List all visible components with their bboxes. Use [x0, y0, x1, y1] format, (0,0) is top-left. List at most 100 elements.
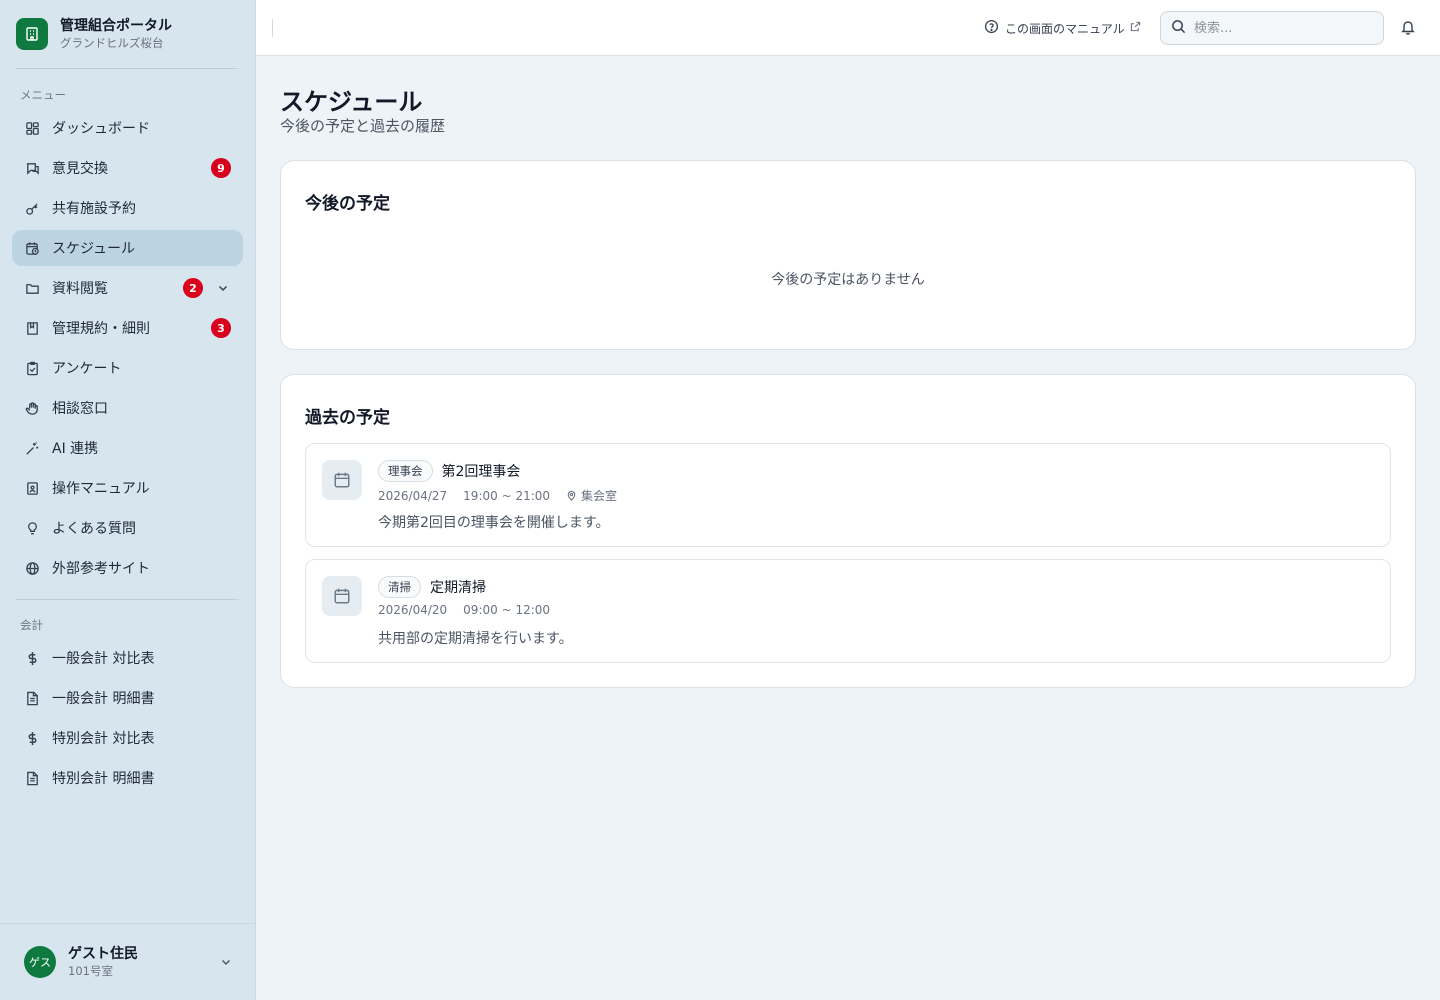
screen-manual-label: この画面のマニュアル	[1005, 21, 1125, 36]
screen-manual-link[interactable]: この画面のマニュアル	[984, 19, 1141, 37]
event-location-label: 集会室	[581, 489, 618, 503]
building-icon	[16, 18, 48, 50]
dollar-icon	[24, 730, 40, 746]
event-category-tag: 理事会	[378, 460, 433, 482]
sidebar-item-documents[interactable]: 資料閲覧 2	[12, 270, 243, 306]
lightbulb-icon	[24, 520, 40, 536]
sparkle-icon	[24, 440, 40, 456]
page-subtitle: 今後の予定と過去の履歴	[280, 117, 446, 135]
dollar-icon	[24, 650, 40, 666]
bell-icon[interactable]	[1400, 19, 1418, 37]
sidebar-item-label: AI 連携	[52, 441, 99, 457]
hand-icon	[24, 400, 40, 416]
sidebar-item-label: 意見交換	[52, 161, 108, 177]
document-icon	[24, 770, 40, 786]
sidebar-item-survey[interactable]: アンケート	[12, 350, 243, 386]
sidebar-item-label: 一般会計 明細書	[52, 691, 155, 707]
unread-badge: 9	[211, 158, 231, 178]
event-date: 2026/04/27	[378, 488, 448, 503]
event-time: 19:00 ~ 21:00	[463, 488, 551, 503]
accounting-nav: 一般会計 対比表 一般会計 明細書 特別会計 対比表 特別会計 明細書	[0, 640, 255, 796]
chevron-down-icon[interactable]	[220, 953, 232, 972]
sidebar-item-general-comparison[interactable]: 一般会計 対比表	[12, 640, 243, 676]
key-icon	[24, 200, 40, 216]
folder-icon	[24, 280, 40, 296]
sidebar-item-label: 操作マニュアル	[52, 481, 150, 497]
sidebar-item-label: 共有施設予約	[52, 201, 136, 217]
past-events-card: 過去の予定 理事会 第2回理事会 2026/04/27 19:00 ~ 21:0…	[280, 374, 1416, 688]
event-description: 共用部の定期清掃を行います。	[378, 631, 573, 647]
accounting-section-label: 会計	[20, 618, 43, 632]
sidebar-item-dashboard[interactable]: ダッシュボード	[12, 110, 243, 146]
calendar-icon	[322, 576, 362, 616]
empty-state-message: 今後の予定はありません	[771, 272, 925, 288]
sidebar-item-consultation[interactable]: 相談窓口	[12, 390, 243, 426]
sidebar: 管理組合ポータル グランドヒルズ桜台 メニュー ダッシュボード 意見交換 9 共…	[0, 0, 256, 1000]
sidebar-item-bylaws[interactable]: 管理規約・細則 3	[12, 310, 243, 346]
top-header: この画面のマニュアル	[256, 0, 1440, 56]
sidebar-item-label: アンケート	[52, 361, 122, 377]
calendar-clock-icon	[24, 240, 40, 256]
event-location: 集会室	[566, 487, 617, 504]
event-title: 定期清掃	[430, 580, 486, 596]
help-circle-icon	[984, 19, 999, 37]
header-separator	[272, 19, 273, 37]
sidebar-item-schedule[interactable]: スケジュール	[12, 230, 243, 266]
unread-badge: 2	[183, 278, 203, 298]
calendar-icon	[322, 460, 362, 500]
event-description: 今期第2回目の理事会を開催します。	[378, 515, 610, 531]
event-time: 09:00 ~ 12:00	[463, 603, 551, 617]
event-item[interactable]: 理事会 第2回理事会 2026/04/27 19:00 ~ 21:00 集会室 …	[305, 443, 1391, 547]
event-category-tag: 清掃	[378, 576, 421, 598]
dashboard-icon	[24, 120, 40, 136]
sidebar-nav: ダッシュボード 意見交換 9 共有施設予約 スケジュール 資料閲覧 2 管理規約…	[0, 110, 255, 586]
sidebar-item-label: 一般会計 対比表	[52, 651, 155, 667]
sidebar-item-label: 相談窓口	[52, 401, 108, 417]
menu-section-label: メニュー	[20, 88, 66, 102]
clipboard-check-icon	[24, 360, 40, 376]
sidebar-item-general-statement[interactable]: 一般会計 明細書	[12, 680, 243, 716]
brand-subtitle: グランドヒルズ桜台	[60, 36, 164, 50]
sidebar-item-faq[interactable]: よくある質問	[12, 510, 243, 546]
sidebar-item-label: 管理規約・細則	[52, 321, 150, 337]
page-title: スケジュール	[280, 88, 423, 116]
sidebar-item-label: よくある質問	[52, 521, 136, 537]
map-pin-icon	[567, 490, 576, 501]
sidebar-item-label: 特別会計 明細書	[52, 771, 155, 787]
user-name: ゲスト住民	[68, 946, 138, 962]
chat-icon	[24, 160, 40, 176]
sidebar-item-opinions[interactable]: 意見交換 9	[12, 150, 243, 186]
chevron-down-icon[interactable]	[215, 282, 231, 294]
sidebar-item-label: スケジュール	[52, 241, 136, 257]
user-menu[interactable]: ゲス ゲスト住民 101号室	[0, 923, 256, 1000]
sidebar-item-ai[interactable]: AI 連携	[12, 430, 243, 466]
sidebar-item-special-comparison[interactable]: 特別会計 対比表	[12, 720, 243, 756]
event-title: 第2回理事会	[441, 464, 521, 480]
sidebar-item-label: 外部参考サイト	[52, 561, 150, 577]
brand-title: 管理組合ポータル	[60, 18, 172, 34]
event-item[interactable]: 清掃 定期清掃 2026/04/20 09:00 ~ 12:00 共用部の定期清…	[305, 559, 1391, 663]
unread-badge: 3	[211, 318, 231, 338]
sidebar-item-facility-booking[interactable]: 共有施設予約	[12, 190, 243, 226]
external-link-icon	[1130, 21, 1141, 35]
user-room: 101号室	[68, 964, 113, 978]
sidebar-item-label: 資料閲覧	[52, 281, 108, 297]
upcoming-events-card: 今後の予定 今後の予定はありません	[280, 160, 1416, 350]
book-icon	[24, 320, 40, 336]
event-date: 2026/04/20	[378, 603, 448, 617]
upcoming-events-title: 今後の予定	[305, 194, 390, 214]
globe-icon	[24, 560, 40, 576]
sidebar-item-manual[interactable]: 操作マニュアル	[12, 470, 243, 506]
search-box[interactable]	[1160, 11, 1384, 45]
main-content: スケジュール 今後の予定と過去の履歴 今後の予定 今後の予定はありません 過去の…	[256, 56, 1440, 1000]
sidebar-item-label: ダッシュボード	[52, 121, 150, 137]
brand[interactable]: 管理組合ポータル グランドヒルズ桜台	[0, 0, 255, 68]
search-input[interactable]	[1194, 20, 1373, 36]
past-events-title: 過去の予定	[305, 408, 390, 428]
manual-icon	[24, 480, 40, 496]
sidebar-item-special-statement[interactable]: 特別会計 明細書	[12, 760, 243, 796]
avatar: ゲス	[24, 946, 56, 978]
document-icon	[24, 690, 40, 706]
sidebar-item-external-sites[interactable]: 外部参考サイト	[12, 550, 243, 586]
search-icon	[1171, 19, 1186, 38]
